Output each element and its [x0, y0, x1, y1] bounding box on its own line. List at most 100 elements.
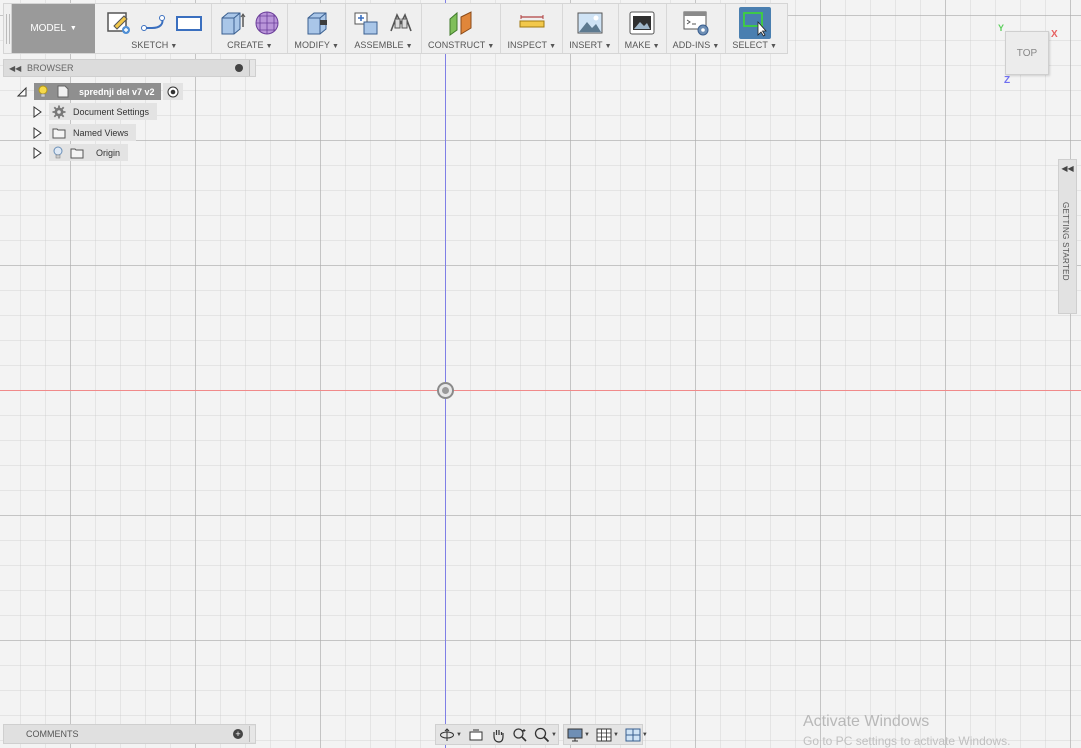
origin-point-marker[interactable] [437, 382, 454, 399]
activate-radio-icon[interactable] [162, 83, 183, 100]
toolbar-group-select: SELECT ▼ [726, 4, 787, 53]
getting-started-panel-tab[interactable]: ◀◀ GETTING STARTED [1058, 159, 1077, 314]
x-axis-label: X [1051, 29, 1058, 40]
joint-icon[interactable] [387, 9, 415, 37]
make-menu-label[interactable]: MAKE ▼ [625, 40, 660, 50]
magnifier-icon [534, 727, 550, 743]
viewports-button[interactable]: ▼ [622, 725, 651, 744]
collapse-arrows-icon[interactable]: ◀◀ [9, 64, 23, 73]
orbit-button[interactable]: ▼ [436, 725, 465, 744]
zoom-icon [512, 727, 528, 743]
root-component-label: sprednji del v7 v2 [79, 86, 155, 97]
toolbar-group-make: MAKE ▼ [619, 4, 667, 53]
workspace-label: MODEL [30, 23, 66, 34]
look-at-button[interactable] [465, 725, 487, 744]
browser-item-origin: Origin [31, 144, 129, 161]
browser-panel-header: ◀◀ BROWSER [3, 59, 256, 77]
origin-label: Origin [96, 147, 121, 158]
workspace-switcher-button[interactable]: MODEL ▼ [11, 4, 96, 53]
monitor-icon [567, 728, 583, 742]
press-pull-icon[interactable] [303, 9, 331, 37]
toolbar-group-create: CREATE ▼ [212, 4, 289, 53]
chevron-down-icon: ▼ [584, 731, 590, 738]
named-views-node[interactable]: Named Views [49, 124, 137, 141]
design-canvas[interactable] [0, 0, 1081, 748]
browser-item-named-views: Named Views [31, 124, 137, 141]
add-comment-icon[interactable]: + [233, 729, 243, 739]
chevron-down-icon: ▼ [550, 731, 557, 738]
insert-image-icon[interactable] [576, 9, 604, 37]
chevron-down-icon: ▼ [456, 731, 462, 738]
toolbar-group-inspect: INSPECT ▼ [501, 4, 564, 53]
inspect-menu-label[interactable]: INSPECT ▼ [507, 40, 556, 50]
expand-triangle-icon[interactable] [31, 146, 43, 159]
grid-icon [596, 728, 612, 742]
named-views-label: Named Views [73, 127, 129, 138]
addins-menu-label[interactable]: ADD-INS ▼ [673, 40, 720, 50]
pan-button[interactable] [487, 725, 509, 744]
origin-node[interactable]: Origin [49, 144, 129, 161]
measure-icon[interactable] [518, 9, 546, 37]
look-at-icon [468, 728, 484, 742]
expand-triangle-icon[interactable] [31, 105, 43, 118]
x-axis-line [0, 390, 1081, 391]
navigation-toolbar: ▼ ▼ [435, 724, 559, 745]
folder-icon [70, 147, 84, 159]
view-cube[interactable]: Y X TOP Z [997, 23, 1063, 90]
assemble-menu-label[interactable]: ASSEMBLE ▼ [354, 40, 412, 50]
new-component-icon[interactable] [352, 9, 380, 37]
toolbar-group-assemble: ASSEMBLE ▼ [346, 4, 422, 53]
insert-menu-label[interactable]: INSERT ▼ [569, 40, 611, 50]
collapse-triangle-icon[interactable] [16, 86, 28, 98]
select-tool-icon[interactable] [738, 7, 771, 39]
document-icon [57, 85, 69, 98]
offset-plane-icon[interactable] [447, 9, 475, 37]
activation-watermark-title: Activate Windows [803, 713, 930, 730]
toolbar-group-addins: ADD-INS ▼ [667, 4, 727, 53]
viewports-icon [625, 728, 641, 742]
gear-icon [52, 105, 66, 119]
getting-started-label: GETTING STARTED [1061, 202, 1070, 281]
toolbar-group-insert: INSERT ▼ [563, 4, 619, 53]
display-settings-button[interactable]: ▼ [564, 725, 593, 744]
lightbulb-icon[interactable] [37, 85, 49, 99]
expand-triangle-icon[interactable] [31, 126, 43, 139]
toolbar-group-construct: CONSTRUCT ▼ [422, 4, 502, 53]
toolbar-grip[interactable] [4, 4, 12, 53]
zoom-button[interactable] [509, 725, 531, 744]
expand-arrows-icon[interactable]: ◀◀ [1059, 164, 1076, 173]
browser-item-document-settings: Document Settings [31, 103, 158, 120]
comments-resize-handle[interactable] [249, 726, 255, 742]
document-settings-node[interactable]: Document Settings [49, 103, 158, 120]
chevron-down-icon: ▼ [69, 25, 77, 32]
document-settings-label: Document Settings [73, 106, 150, 117]
fit-button[interactable]: ▼ [531, 725, 560, 744]
folder-icon [52, 127, 66, 139]
select-menu-label[interactable]: SELECT ▼ [732, 40, 777, 50]
comments-title: COMMENTS [26, 729, 79, 739]
3d-print-icon[interactable] [628, 9, 656, 37]
display-settings-toolbar: ▼ ▼ ▼ [563, 724, 648, 745]
toolbar-group-sketch: SKETCH ▼ [95, 4, 213, 53]
lightbulb-off-icon[interactable] [52, 146, 64, 160]
chevron-down-icon: ▼ [612, 731, 619, 738]
create-menu-label[interactable]: CREATE ▼ [227, 40, 272, 50]
chevron-down-icon: ▼ [641, 731, 648, 738]
sketch-menu-label[interactable]: SKETCH ▼ [131, 40, 177, 50]
grid-settings-button[interactable]: ▼ [593, 725, 622, 744]
browser-title: BROWSER [27, 63, 74, 73]
line-tool-icon[interactable] [140, 9, 168, 37]
construct-menu-label[interactable]: CONSTRUCT ▼ [428, 40, 494, 50]
scripts-addins-icon[interactable] [682, 9, 710, 37]
browser-resize-handle[interactable] [249, 60, 255, 76]
hand-icon [490, 727, 506, 743]
form-tspline-icon[interactable] [253, 9, 281, 37]
browser-pin-icon[interactable] [235, 64, 243, 72]
modify-menu-label[interactable]: MODIFY ▼ [294, 40, 339, 50]
rectangle-tool-icon[interactable] [175, 9, 203, 37]
extrude-icon[interactable] [218, 9, 246, 37]
y-axis-label: Y [998, 23, 1005, 33]
view-cube-top-face[interactable]: TOP [1005, 31, 1049, 75]
root-component-node[interactable]: sprednji del v7 v2 [34, 83, 161, 100]
create-sketch-icon[interactable] [105, 9, 133, 37]
